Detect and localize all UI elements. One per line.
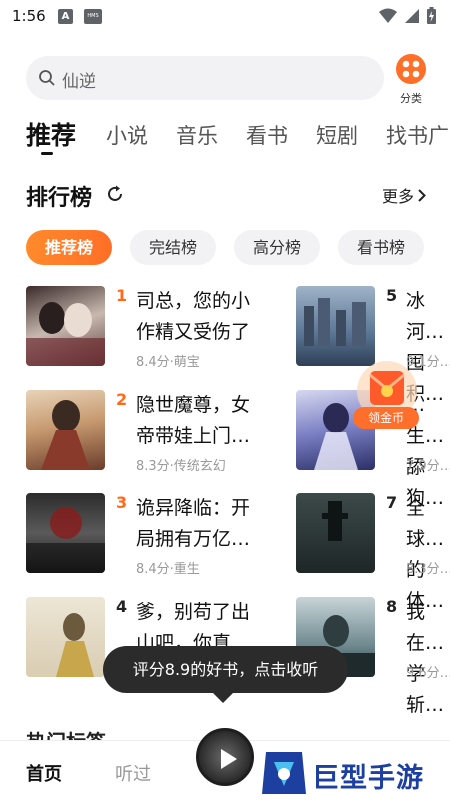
book-meta: 9.6分… <box>406 666 450 681</box>
status-right <box>379 7 436 24</box>
ranking-title: 排行榜 <box>26 186 93 211</box>
book-cover <box>26 493 105 573</box>
chip-recommend-rank[interactable]: 推荐榜 <box>26 230 112 265</box>
status-time: 1:56 <box>12 7 46 25</box>
chip-high-score-rank[interactable]: 高分榜 <box>234 230 320 265</box>
category-dots-icon <box>396 54 426 84</box>
book-meta: 8.4分·重生 <box>136 562 200 577</box>
book-item-2[interactable]: 2 隐世魔尊，女帝带娃上门… 8.3分·传统玄幻 <box>26 390 250 478</box>
rank-number: 1 <box>116 286 128 305</box>
top-tabs: 推荐 小说 音乐 看书 短剧 找书广 <box>26 116 450 156</box>
coin-widget[interactable]: 领金币 <box>348 361 426 431</box>
ranking-chips: 推荐榜 完结榜 高分榜 看书榜 <box>26 230 450 266</box>
section-heading-partial: 热门标签 <box>26 726 106 740</box>
book-meta: 7.9分… <box>406 459 450 474</box>
refresh-icon[interactable] <box>105 184 125 204</box>
hms-icon: HMS <box>84 9 102 24</box>
tab-active-indicator <box>41 152 53 155</box>
toast-arrow <box>213 693 233 703</box>
book-title: 我在…学斩… <box>406 601 445 716</box>
watermark: 巨型手游网 <box>258 748 450 800</box>
book-meta: 8.3分… <box>406 562 450 577</box>
chip-completed-rank[interactable]: 完结榜 <box>130 230 216 265</box>
book-item-3[interactable]: 3 诡异降临：开局拥有万亿… 8.4分·重生 <box>26 493 250 581</box>
nav-history[interactable]: 听过 <box>115 760 151 786</box>
search-icon <box>39 70 55 86</box>
rank-number: 7 <box>386 493 398 512</box>
watermark-text: 巨型手游网 <box>312 763 424 794</box>
tab-novel[interactable]: 小说 <box>106 120 148 150</box>
status-bar: 1:56 A HMS <box>0 0 450 34</box>
book-cover <box>296 286 375 366</box>
tab-short-drama[interactable]: 短剧 <box>316 120 358 150</box>
rank-number: 8 <box>386 597 398 616</box>
chip-reading-rank[interactable]: 看书榜 <box>338 230 424 265</box>
watermark-logo-icon <box>262 752 306 794</box>
category-button[interactable]: 分类 <box>394 54 428 106</box>
book-meta: 8.3分·传统玄幻 <box>136 459 226 474</box>
coin-label: 领金币 <box>353 407 419 429</box>
more-button[interactable]: 更多 <box>382 183 426 207</box>
book-cover <box>26 597 105 677</box>
mini-player-button[interactable] <box>196 728 254 786</box>
play-icon <box>221 749 237 769</box>
tab-music[interactable]: 音乐 <box>176 120 218 150</box>
app-a-icon: A <box>58 9 73 24</box>
book-cover <box>26 286 105 366</box>
rank-number: 3 <box>116 493 128 512</box>
wifi-icon <box>379 8 397 23</box>
rank-number: 2 <box>116 390 128 409</box>
book-title: 诡异降临：开局拥有万亿… <box>136 497 251 550</box>
book-title: 司总，您的小作精又受伤了 <box>136 290 251 343</box>
more-label: 更多 <box>381 187 414 206</box>
book-meta: 8.4分·萌宝 <box>136 355 200 370</box>
nav-home[interactable]: 首页 <box>26 760 62 786</box>
search-input[interactable]: 仙逆 <box>62 67 96 92</box>
tab-recommend[interactable]: 推荐 <box>26 116 76 152</box>
battery-charging-icon <box>427 7 436 24</box>
rank-number: 4 <box>116 597 128 616</box>
red-envelope-icon <box>357 361 417 413</box>
chevron-right-icon <box>418 188 426 202</box>
book-item-7[interactable]: 7 全球…的体… 8.3分… <box>296 493 450 612</box>
book-title: 隐世魔尊，女帝带娃上门… <box>136 394 251 447</box>
search-bar[interactable]: 仙逆 <box>26 56 384 100</box>
rank-number: 5 <box>386 286 398 305</box>
tab-find-books[interactable]: 找书广 <box>386 120 449 150</box>
category-label: 分类 <box>400 92 422 105</box>
tab-reading[interactable]: 看书 <box>246 120 288 150</box>
tooltip-toast[interactable]: 评分8.9的好书，点击收听 <box>103 646 348 693</box>
book-cover <box>26 390 105 470</box>
book-cover <box>296 493 375 573</box>
book-item-1[interactable]: 1 司总，您的小作精又受伤了 8.4分·萌宝 <box>26 286 250 374</box>
signal-icon <box>405 8 419 23</box>
